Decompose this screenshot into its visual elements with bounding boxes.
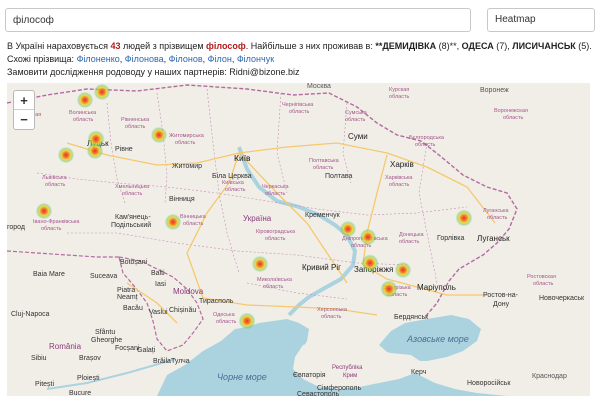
result-info: В Україні нараховується 43 людей з прізв… xyxy=(7,40,597,79)
heat-spot xyxy=(361,254,379,272)
heat-spot xyxy=(164,213,182,231)
surname-search-input[interactable] xyxy=(5,8,471,32)
heat-spot xyxy=(380,280,398,298)
order-research-line: Замовити дослідження родоводу у наших па… xyxy=(7,67,300,77)
summary-line: В Україні нараховується 43 людей з прізв… xyxy=(7,40,597,53)
similar-label: Схожі прізвища: xyxy=(7,54,77,64)
heat-spot xyxy=(339,220,357,238)
similar-surnames-line: Схожі прізвища: Філоненко, Філонова, Філ… xyxy=(7,53,597,66)
heat-spot xyxy=(251,255,269,273)
similar-link[interactable]: Філон xyxy=(208,54,232,64)
surname-highlight: філософ xyxy=(206,41,246,51)
top-city-2-count: (7), xyxy=(493,41,513,51)
heat-spot xyxy=(455,209,473,227)
heat-svg xyxy=(35,83,473,330)
heat-spot xyxy=(238,312,256,330)
heat-spot xyxy=(150,126,168,144)
similar-link[interactable]: Філонова xyxy=(125,54,164,64)
summary-text: людей з прізвищем xyxy=(120,41,207,51)
heat-spot xyxy=(76,91,94,109)
top-city-2: ОДЕСА xyxy=(461,41,494,51)
heat-spot xyxy=(86,142,104,160)
similar-link[interactable]: Філоненко xyxy=(77,54,120,64)
heatmap-map[interactable]: Москва Курская область Воронеж Воронежская об… xyxy=(7,83,590,396)
zoom-out-button[interactable]: − xyxy=(14,110,34,129)
heat-spot xyxy=(35,202,53,220)
top-bar: Heatmap xyxy=(0,0,600,40)
similar-link[interactable]: Філончук xyxy=(237,54,274,64)
heat-spot xyxy=(359,228,377,246)
top-city-3-count: (5). xyxy=(575,41,592,51)
zoom-in-button[interactable]: + xyxy=(14,91,34,110)
top-city-1: **ДЕМИДІВКА xyxy=(375,41,437,51)
heat-spot xyxy=(93,83,111,101)
people-count: 43 xyxy=(110,41,121,51)
heat-spot xyxy=(57,146,75,164)
top-city-3: ЛИСИЧАНСЬК xyxy=(512,41,576,51)
view-mode-select[interactable]: Heatmap xyxy=(487,8,595,32)
summary-text: . Найбільше з них проживав в: xyxy=(245,41,376,51)
summary-text: В Україні нараховується xyxy=(7,41,111,51)
top-city-1-count: (8)**, xyxy=(436,41,462,51)
similar-link[interactable]: Філонов xyxy=(169,54,203,64)
heat-spot xyxy=(394,261,412,279)
zoom-control: + − xyxy=(13,90,35,130)
